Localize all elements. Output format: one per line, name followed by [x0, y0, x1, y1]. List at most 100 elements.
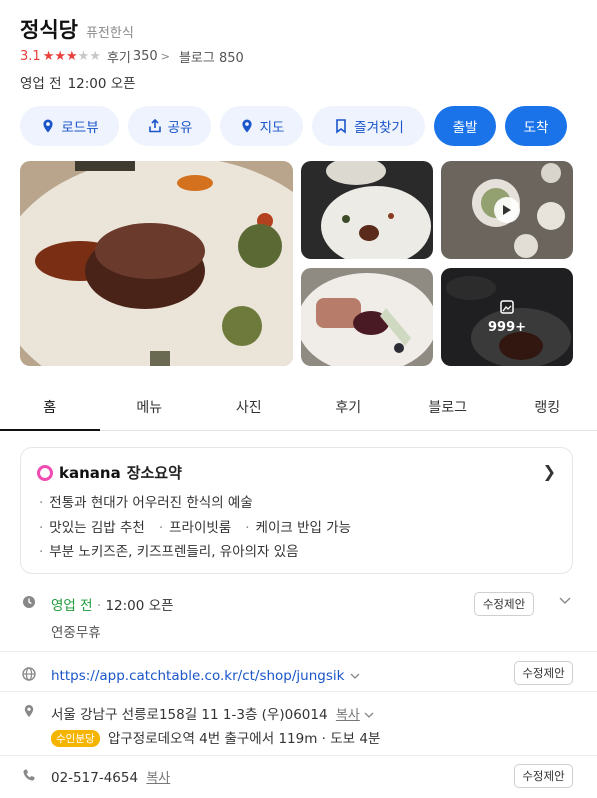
star-icon: ★	[66, 49, 78, 64]
share-button[interactable]: 공유	[128, 106, 211, 146]
directions-text: 압구정로데오역 4번 출구에서 119m · 도보 4분	[107, 731, 381, 747]
reviews-count: 350	[132, 49, 158, 64]
tab-photos[interactable]: 사진	[199, 383, 299, 430]
address-row: 서울 강남구 선릉로158길 11 1-3층 (우)06014 복사 수인분당 …	[0, 701, 597, 751]
pin-icon	[43, 119, 53, 133]
open-time: 12:00 오픈	[67, 76, 136, 92]
action-bar: 로드뷰 공유 지도 즐겨찾기 출발 도착	[20, 106, 567, 146]
star-icon: ★	[54, 49, 66, 64]
arrive-label: 도착	[523, 120, 549, 136]
tab-blog[interactable]: 블로그	[398, 383, 498, 430]
gallery-icon	[500, 300, 514, 314]
photo-thumb[interactable]	[301, 161, 433, 259]
dish-photo	[301, 268, 433, 366]
more-photos-overlay: 999+	[441, 268, 573, 366]
chevron-down-icon[interactable]	[364, 712, 374, 719]
place-summary-card[interactable]: kanana 장소요약 ❯ · 전통과 현대가 어우러진 한식의 예술 · 맛있는 …	[20, 447, 573, 574]
share-label: 공유	[167, 120, 193, 136]
hours-info-row: 영업 전 · 12:00 오픈 연중무휴 수정제안	[0, 592, 597, 652]
holiday-text: 연중무휴	[51, 625, 101, 641]
chevron-down-icon[interactable]	[350, 673, 360, 680]
hours-summary: 영업 전 12:00 오픈	[20, 72, 136, 92]
copy-phone-link[interactable]: 복사	[146, 771, 170, 786]
rating-value: 3.1	[20, 49, 41, 64]
roadview-label: 로드뷰	[61, 120, 99, 136]
website-line: https://app.catchtable.co.kr/ct/shop/jun…	[51, 665, 360, 684]
depart-button[interactable]: 출발	[434, 106, 496, 146]
address-text: 서울 강남구 선릉로158길 11 1-3층 (우)06014	[51, 707, 328, 723]
blog-link[interactable]: 블로그 850	[179, 47, 244, 66]
phone-icon	[23, 769, 35, 781]
suggest-edit-button[interactable]: 수정제안	[514, 764, 573, 788]
map-button[interactable]: 지도	[220, 106, 303, 146]
subway-line-badge: 수인분당	[51, 730, 100, 747]
arrive-button[interactable]: 도착	[505, 106, 567, 146]
photo-main[interactable]	[20, 161, 293, 366]
phone-line: 02-517-4654 복사	[51, 767, 170, 786]
map-label: 지도	[259, 120, 285, 136]
hours-status: 영업 전	[51, 598, 93, 614]
divider	[0, 755, 597, 756]
photo-thumb[interactable]	[301, 268, 433, 366]
more-photos[interactable]: 999+	[441, 268, 573, 366]
summary-tag: 프라이빗룸	[169, 519, 232, 536]
tab-ranking[interactable]: 랭킹	[498, 383, 597, 430]
phone-number[interactable]: 02-517-4654	[51, 770, 138, 786]
tab-bar: 홈 메뉴 사진 후기 블로그 랭킹	[0, 383, 597, 431]
photo-gallery: 999+	[20, 161, 573, 366]
tab-menu[interactable]: 메뉴	[100, 383, 200, 430]
depart-label: 출발	[452, 120, 478, 136]
dish-photo	[301, 161, 433, 259]
blog-count: 850	[218, 51, 244, 66]
star-icon: ★	[42, 49, 55, 64]
place-category: 퓨전한식	[85, 26, 134, 41]
divider	[0, 691, 597, 692]
reviews-label: 후기	[106, 51, 131, 66]
suggest-edit-button[interactable]: 수정제안	[474, 592, 534, 616]
chevron-down-icon[interactable]	[559, 597, 571, 605]
location-pin-icon	[24, 705, 34, 717]
suggest-edit-button[interactable]: 수정제안	[514, 661, 573, 685]
save-label: 즐겨찾기	[354, 120, 404, 136]
divider	[0, 651, 597, 652]
star-icon: ★	[89, 49, 101, 64]
clock-icon	[23, 596, 35, 608]
tab-reviews[interactable]: 후기	[299, 383, 399, 430]
map-pin-icon	[241, 119, 252, 133]
summary-tag: 케이크 반입 가능	[255, 519, 352, 536]
directions-line: 수인분당 압구정로데오역 4번 출구에서 119m · 도보 4분	[51, 727, 380, 747]
bookmark-icon	[336, 119, 346, 134]
roadview-button[interactable]: 로드뷰	[20, 106, 119, 146]
summary-line: · 부분 노키즈존, 키즈프렌들리, 유아의자 있음	[39, 544, 299, 560]
tab-home[interactable]: 홈	[0, 383, 100, 431]
hours-line: 영업 전 · 12:00 오픈	[51, 598, 174, 614]
star-rating: ★ ★ ★ ★ ★	[43, 50, 101, 63]
kanana-logo-icon	[37, 464, 53, 481]
title-row: 정식당 퓨전한식	[20, 14, 134, 44]
chevron-right-icon[interactable]: ❯	[543, 462, 556, 481]
blog-label: 블로그	[178, 51, 215, 66]
website-link[interactable]: https://app.catchtable.co.kr/ct/shop/jun…	[51, 668, 344, 684]
phone-row: 02-517-4654 복사 수정제안	[0, 764, 597, 792]
star-icon: ★	[77, 49, 90, 64]
summary-title: 장소요약	[126, 464, 182, 482]
hours-time: 12:00 오픈	[105, 598, 174, 614]
address-line: 서울 강남구 선릉로158길 11 1-3층 (우)06014 복사	[51, 703, 374, 723]
website-row: https://app.catchtable.co.kr/ct/shop/jun…	[0, 661, 597, 689]
steak-photo	[20, 161, 293, 366]
summary-line-text: 부분 노키즈존, 키즈프렌들리, 유아의자 있음	[49, 544, 299, 560]
chevron-right-icon: >	[160, 50, 170, 63]
summary-header: kanana 장소요약	[37, 462, 182, 483]
rating-row: 3.1 ★ ★ ★ ★ ★ 후기 350 > 블로그 850	[20, 47, 244, 66]
summary-line: · 전통과 현대가 어우러진 한식의 예술	[39, 495, 253, 511]
globe-icon	[22, 667, 36, 681]
save-button[interactable]: 즐겨찾기	[312, 106, 425, 146]
summary-tag: 맛있는 김밥 추천	[49, 519, 145, 536]
reviews-link[interactable]: 후기 350 >	[107, 47, 170, 66]
video-thumb[interactable]	[441, 161, 573, 259]
copy-address-link[interactable]: 복사	[336, 708, 360, 723]
summary-line: · 맛있는 김밥 추천 · 프라이빗룸 · 케이크 반입 가능	[39, 519, 352, 536]
play-icon[interactable]	[494, 197, 520, 223]
summary-lines: · 전통과 현대가 어우러진 한식의 예술 · 맛있는 김밥 추천 · 프라이빗룸 · 케이…	[39, 491, 351, 565]
summary-line-text: 전통과 현대가 어우러진 한식의 예술	[49, 495, 253, 511]
